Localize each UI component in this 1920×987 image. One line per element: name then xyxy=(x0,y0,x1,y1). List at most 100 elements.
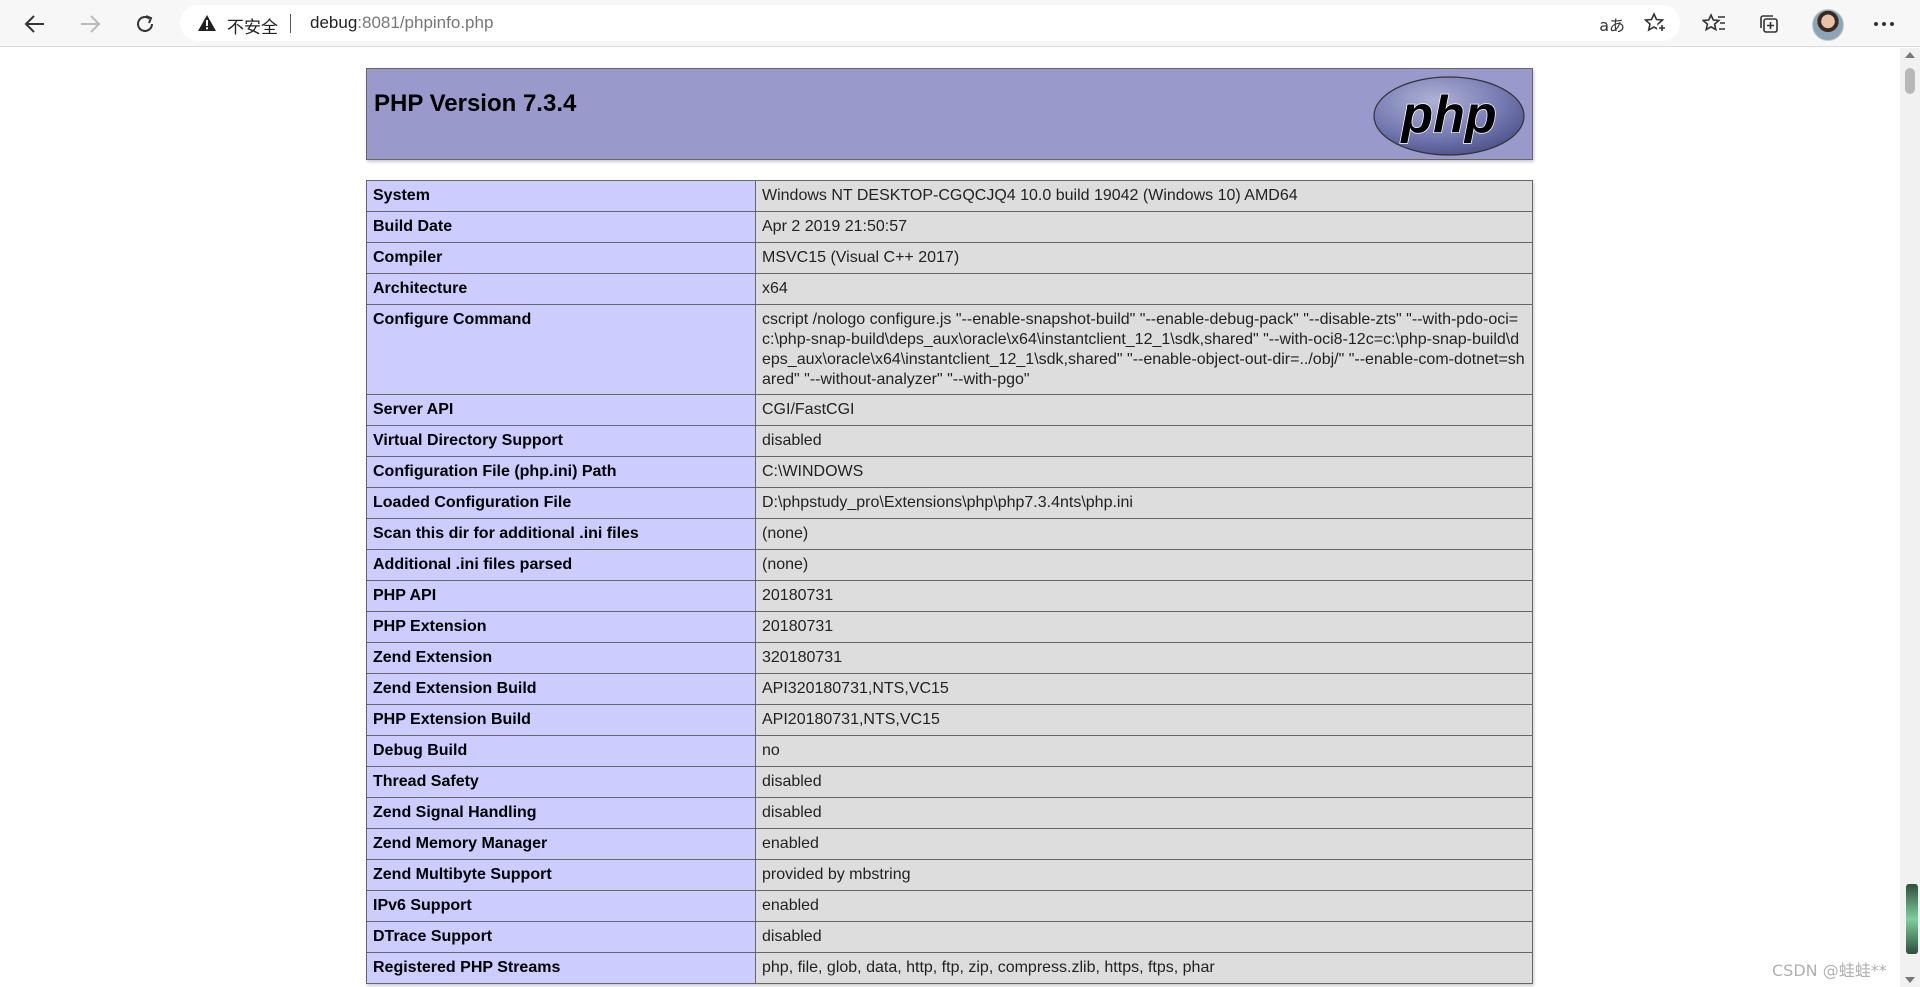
row-value: enabled xyxy=(755,890,1533,922)
vertical-scrollbar[interactable] xyxy=(1900,48,1920,987)
phpinfo-table: System Windows NT DESKTOP-CGQCJQ4 10.0 bu… xyxy=(366,180,1533,984)
table-row: Compiler MSVC15 (Visual C++ 2017) xyxy=(366,242,1533,274)
row-key: Server API xyxy=(366,394,756,426)
row-key: Build Date xyxy=(366,211,756,243)
security-status[interactable]: 不安全 xyxy=(227,13,278,38)
table-row: IPv6 Support enabled xyxy=(366,890,1533,922)
forward-arrow-icon xyxy=(81,15,101,33)
row-key: Virtual Directory Support xyxy=(366,425,756,457)
table-row: Virtual Directory Support disabled xyxy=(366,425,1533,457)
row-value: (none) xyxy=(755,518,1533,550)
row-value: CGI/FastCGI xyxy=(755,394,1533,426)
row-value: cscript /nologo configure.js "--enable-s… xyxy=(755,304,1533,395)
back-arrow-icon xyxy=(24,15,44,33)
row-value: D:\phpstudy_pro\Extensions\php\php7.3.4n… xyxy=(755,487,1533,519)
read-aloud-button[interactable]: aあ xyxy=(1599,12,1625,36)
row-key: Scan this dir for additional .ini files xyxy=(366,518,756,550)
row-value: disabled xyxy=(755,797,1533,829)
row-value: disabled xyxy=(755,766,1533,798)
row-key: Architecture xyxy=(366,273,756,305)
table-row: System Windows NT DESKTOP-CGQCJQ4 10.0 bu… xyxy=(366,180,1533,212)
row-key: Zend Memory Manager xyxy=(366,828,756,860)
table-row: Additional .ini files parsed (none) xyxy=(366,549,1533,581)
address-bar[interactable]: 不安全 debug:8081/phpinfo.php aあ xyxy=(180,5,1680,41)
browser-toolbar: 不安全 debug:8081/phpinfo.php aあ xyxy=(0,0,1920,47)
table-row: Debug Build no xyxy=(366,735,1533,767)
row-value: no xyxy=(755,735,1533,767)
row-key: Registered PHP Streams xyxy=(366,952,756,984)
refresh-icon xyxy=(137,15,153,32)
url-text[interactable]: debug:8081/phpinfo.php xyxy=(310,13,493,33)
row-value: 320180731 xyxy=(755,642,1533,674)
table-row: Zend Multibyte Support provided by mbstri… xyxy=(366,859,1533,891)
more-dots-icon xyxy=(1874,22,1894,26)
url-path: :8081/phpinfo.php xyxy=(357,13,494,32)
row-value: (none) xyxy=(755,549,1533,581)
back-button[interactable] xyxy=(17,6,53,42)
table-row: Thread Safety disabled xyxy=(366,766,1533,798)
table-row: Zend Memory Manager enabled xyxy=(366,828,1533,860)
refresh-button[interactable] xyxy=(127,6,163,42)
row-key: Loaded Configuration File xyxy=(366,487,756,519)
table-row: Zend Extension 320180731 xyxy=(366,642,1533,674)
add-favorite-button[interactable] xyxy=(1643,12,1668,38)
row-key: Thread Safety xyxy=(366,766,756,798)
table-row: Zend Extension Build API320180731,NTS,VC1… xyxy=(366,673,1533,705)
php-logo-icon[interactable]: php xyxy=(1372,75,1526,157)
side-indicator xyxy=(1906,884,1918,954)
row-value: MSVC15 (Visual C++ 2017) xyxy=(755,242,1533,274)
page-viewport: PHP Version 7.3.4 php System Windows NT D… xyxy=(0,48,1900,987)
row-key: PHP API xyxy=(366,580,756,612)
row-value: C:\WINDOWS xyxy=(755,456,1533,488)
table-row: Architecture x64 xyxy=(366,273,1533,305)
row-key: Zend Multibyte Support xyxy=(366,859,756,891)
profile-avatar[interactable] xyxy=(1812,9,1844,41)
watermark: CSDN @蛙蛙** xyxy=(1772,961,1887,980)
collections-button[interactable] xyxy=(1751,6,1787,42)
row-key: Zend Extension xyxy=(366,642,756,674)
table-row: Build Date Apr 2 2019 21:50:57 xyxy=(366,211,1533,243)
table-row: Configure Command cscript /nologo configu… xyxy=(366,304,1533,395)
row-key: Compiler xyxy=(366,242,756,274)
row-value: API20180731,NTS,VC15 xyxy=(755,704,1533,736)
scroll-up-arrow-icon[interactable] xyxy=(1905,52,1915,58)
collections-icon xyxy=(1760,15,1778,33)
settings-menu-button[interactable] xyxy=(1866,6,1902,42)
table-row: Registered PHP Streams php, file, glob, d… xyxy=(366,952,1533,984)
page-title: PHP Version 7.3.4 xyxy=(374,90,577,117)
row-key: Zend Extension Build xyxy=(366,673,756,705)
row-value: disabled xyxy=(755,425,1533,457)
favorites-button[interactable] xyxy=(1696,6,1732,42)
row-value: provided by mbstring xyxy=(755,859,1533,891)
row-key: IPv6 Support xyxy=(366,890,756,922)
star-plus-icon xyxy=(1643,12,1667,33)
table-row: Server API CGI/FastCGI xyxy=(366,394,1533,426)
row-value: Windows NT DESKTOP-CGQCJQ4 10.0 build 19… xyxy=(755,180,1533,212)
table-row: Loaded Configuration File D:\phpstudy_pro… xyxy=(366,487,1533,519)
forward-button[interactable] xyxy=(72,6,108,42)
php-version-header: PHP Version 7.3.4 php xyxy=(366,68,1533,160)
row-value: disabled xyxy=(755,921,1533,953)
row-key: Additional .ini files parsed xyxy=(366,549,756,581)
php-logo-text: php xyxy=(1399,86,1496,144)
table-row: DTrace Support disabled xyxy=(366,921,1533,953)
table-row: Zend Signal Handling disabled xyxy=(366,797,1533,829)
row-value: x64 xyxy=(755,273,1533,305)
table-row: PHP Extension 20180731 xyxy=(366,611,1533,643)
url-host: debug xyxy=(310,13,358,32)
row-value: Apr 2 2019 21:50:57 xyxy=(755,211,1533,243)
row-key: PHP Extension Build xyxy=(366,704,756,736)
warning-icon xyxy=(198,15,216,31)
scroll-down-arrow-icon[interactable] xyxy=(1905,977,1915,983)
table-row: PHP Extension Build API20180731,NTS,VC15 xyxy=(366,704,1533,736)
row-key: PHP Extension xyxy=(366,611,756,643)
row-value: enabled xyxy=(755,828,1533,860)
row-key: Debug Build xyxy=(366,735,756,767)
row-value: php, file, glob, data, http, ftp, zip, c… xyxy=(755,952,1533,984)
scroll-thumb[interactable] xyxy=(1905,68,1915,94)
row-key: Zend Signal Handling xyxy=(366,797,756,829)
address-divider xyxy=(290,14,291,33)
table-row: Configuration File (php.ini) Path C:\WIND… xyxy=(366,456,1533,488)
table-row: PHP API 20180731 xyxy=(366,580,1533,612)
favorites-icon xyxy=(1702,13,1725,32)
